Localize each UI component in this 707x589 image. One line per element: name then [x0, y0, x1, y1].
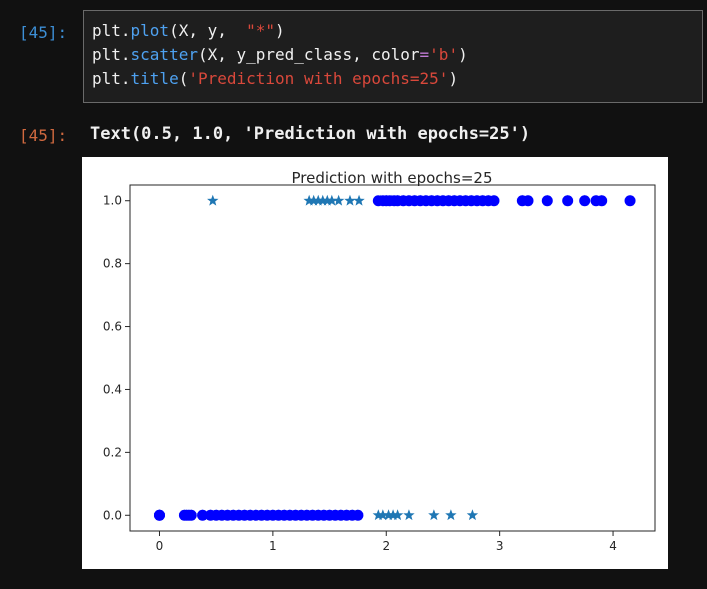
y-tick-label: 0.2: [103, 445, 122, 459]
prediction-point: [624, 195, 636, 207]
code-token: 'b': [429, 45, 459, 64]
star-point: [353, 194, 365, 206]
chart-title: Prediction with epochs=25: [291, 169, 492, 187]
star-point: [428, 509, 440, 521]
scatter-chart: Prediction with epochs=25 0 1 2 3 4 0.0 0.2 0.4…: [103, 169, 656, 553]
y-tick-label: 0.6: [103, 320, 122, 334]
code-token: (: [178, 69, 189, 88]
ticks-layer: 0 1 2 3 4 0.0 0.2 0.4 0.6 0.8 1.0: [103, 194, 617, 553]
plot-frame: [129, 184, 656, 532]
code-token: =: [419, 45, 430, 64]
prediction-point: [579, 195, 591, 207]
x-tick-label: 2: [382, 539, 390, 553]
code-token: plt.: [92, 45, 131, 64]
code-token: ): [275, 21, 285, 40]
prediction-point: [522, 195, 534, 207]
code-line-1: plt.plot(X, y, "*"): [92, 19, 694, 43]
code-token: plt.: [92, 21, 131, 40]
prediction-point: [488, 195, 500, 207]
star-point: [466, 509, 479, 521]
star-point: [445, 509, 457, 521]
code-token: scatter: [130, 45, 198, 64]
prediction-point: [352, 509, 364, 521]
x-tick-label: 3: [496, 539, 504, 553]
output-prompt: [45]:: [19, 126, 68, 145]
x-tick-label: 4: [609, 539, 617, 553]
marks-layer: [153, 194, 636, 521]
prediction-point: [185, 509, 197, 521]
code-token: ): [448, 69, 459, 88]
star-point: [207, 194, 219, 206]
code-token: "*": [246, 21, 276, 40]
plot-figure: Prediction with epochs=25 0 1 2 3 4 0.0 0.2 0.4…: [82, 157, 668, 569]
code-line-3: plt.title('Prediction with epochs=25'): [92, 67, 694, 91]
star-point: [344, 194, 356, 206]
prediction-point: [153, 509, 165, 521]
prediction-point: [541, 195, 553, 207]
code-cell-editor[interactable]: plt.plot(X, y, "*") plt.scatter(X, y_pre…: [83, 10, 703, 103]
y-tick-label: 0.4: [103, 382, 122, 396]
prediction-point: [562, 195, 574, 207]
code-token: plt.: [92, 69, 131, 88]
x-tick-label: 0: [156, 539, 164, 553]
star-point: [403, 509, 415, 521]
code-token: (X, y,: [169, 21, 247, 40]
code-token: ): [458, 45, 468, 64]
x-tick-label: 1: [269, 539, 277, 553]
output-text: Text(0.5, 1.0, 'Prediction with epochs=2…: [90, 124, 531, 144]
code-token: (X, y_pred_class, color: [197, 45, 420, 64]
y-tick-label: 1.0: [103, 194, 122, 208]
prediction-point: [596, 195, 608, 207]
y-tick-label: 0.8: [103, 257, 122, 271]
code-token: title: [130, 69, 179, 88]
code-token: 'Prediction with epochs=25': [188, 69, 449, 88]
y-tick-label: 0.0: [103, 508, 122, 522]
code-line-2: plt.scatter(X, y_pred_class, color='b'): [92, 43, 694, 67]
input-prompt: [45]:: [19, 23, 68, 42]
code-token: plot: [130, 21, 170, 40]
